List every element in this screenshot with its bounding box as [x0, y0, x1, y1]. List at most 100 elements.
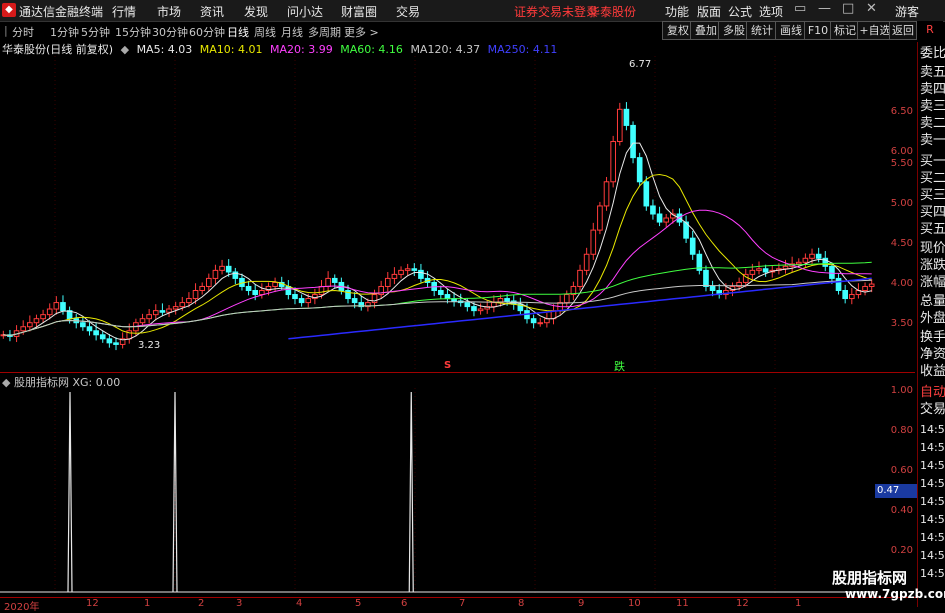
tick-time: 14:56 [920, 531, 945, 544]
high-price-label: 6.77 [629, 59, 652, 70]
candle-body [603, 181, 610, 207]
candle-body [689, 237, 696, 255]
candle-body [159, 310, 166, 313]
period-15min[interactable]: 15分钟 [115, 24, 151, 40]
chevron-down-icon[interactable]: ◆ [121, 43, 129, 56]
menu-options[interactable]: 选项 [759, 3, 783, 20]
auto-trade-button[interactable]: 自动 [920, 385, 945, 400]
quote-label[interactable]: 买五 [920, 222, 945, 237]
menu-formula[interactable]: 公式 [728, 3, 752, 20]
candle-body [225, 265, 232, 273]
menu-discover[interactable]: 发现 [244, 3, 268, 20]
candle-body [139, 318, 146, 324]
quote-label[interactable]: 买一 [920, 154, 945, 169]
quote-label[interactable]: 净资 [920, 347, 945, 362]
quote-label[interactable]: 买二 [920, 171, 945, 186]
period-60min[interactable]: 60分钟 [189, 24, 225, 40]
menu-market-quotes[interactable]: 行情 [112, 3, 136, 20]
stock-name[interactable]: 华泰股份(日线 前复权) [2, 43, 113, 56]
menu-trade[interactable]: 交易 [396, 3, 420, 20]
quote-label[interactable]: 涨幅 [920, 275, 945, 290]
tick-time: 14:56 [920, 477, 945, 490]
candle-body [325, 277, 331, 287]
quote-label[interactable]: 卖二 [920, 116, 945, 131]
quote-label[interactable]: 换手 [920, 330, 945, 345]
minimize-icon[interactable]: — [818, 1, 831, 16]
period-30min[interactable]: 30分钟 [152, 24, 188, 40]
quote-label[interactable]: 总量 [920, 294, 945, 309]
candle-body [563, 294, 570, 304]
quote-label[interactable]: 买四 [920, 205, 945, 220]
candle-body [643, 181, 650, 207]
candle-body [868, 283, 875, 287]
period-monthly[interactable]: 月线 [281, 24, 303, 40]
tick-time: 14:56 [920, 549, 945, 562]
candle-body [179, 302, 186, 308]
quote-label[interactable]: 卖四 [920, 82, 945, 97]
panel-divider[interactable] [0, 372, 915, 373]
menu-news[interactable]: 资讯 [200, 3, 224, 20]
add-watchlist-button[interactable]: +自选 [857, 21, 893, 40]
statistics-button[interactable]: 统计 [746, 21, 778, 40]
menu-function[interactable]: 功能 [665, 3, 689, 20]
quote-label[interactable]: 委比 [920, 46, 945, 61]
candle-body [60, 302, 66, 312]
candle-body [199, 285, 205, 291]
quote-label[interactable]: 卖三 [920, 99, 945, 114]
price-chart[interactable] [0, 56, 875, 372]
trade-label[interactable]: 交易 [920, 402, 945, 417]
broker-name[interactable]: 华泰股份 [588, 3, 636, 20]
candle-body [795, 261, 802, 265]
quote-label[interactable]: 外盘 [920, 311, 945, 326]
candle-body [292, 294, 298, 300]
draw-line-button[interactable]: 画线 [775, 21, 807, 40]
candle-body [331, 277, 338, 283]
candle-body [829, 265, 835, 279]
mark-button[interactable]: 标记 [830, 21, 860, 40]
menu-wealth-circle[interactable]: 财富圈 [341, 3, 377, 20]
period-1min[interactable]: 1分钟 [50, 24, 79, 40]
quote-label[interactable]: 涨跌 [920, 258, 945, 273]
period-weekly[interactable]: 周线 [254, 24, 276, 40]
menu-market[interactable]: 市场 [157, 3, 181, 20]
candle-body [33, 318, 40, 324]
back-button[interactable]: 返回 [889, 21, 917, 40]
candle-body [464, 302, 471, 308]
candle-body [709, 285, 716, 291]
candle-body [437, 290, 444, 296]
ma60-label: MA60: 4.16 [340, 43, 403, 56]
period-intraday[interactable]: 分时 [12, 24, 34, 40]
maximize-icon[interactable]: □ [842, 1, 854, 16]
period-daily[interactable]: 日线 [227, 24, 249, 40]
indicator-chart[interactable] [0, 388, 875, 596]
menu-wenxiaoda[interactable]: 问小达 [287, 3, 323, 20]
candle-body [172, 306, 179, 310]
period-multi[interactable]: 多周期 [308, 24, 341, 40]
candle-body [636, 157, 643, 183]
period-more[interactable]: 更多 > [344, 24, 379, 40]
login-status[interactable]: 证券交易未登录 [514, 3, 598, 20]
quote-label[interactable]: 卖一 [920, 133, 945, 148]
ma10-line [3, 173, 872, 337]
x-tick: 4 [296, 598, 303, 609]
x-tick: 2 [198, 598, 205, 609]
quote-label[interactable]: 卖五 [920, 65, 945, 80]
quote-label[interactable]: 买三 [920, 188, 945, 203]
candle-body [802, 257, 809, 263]
quote-label[interactable]: 现价 [920, 241, 945, 256]
candle-body [623, 108, 630, 126]
f10-button[interactable]: F10 [804, 21, 832, 40]
restore-icon[interactable]: ▭ [794, 1, 806, 16]
quote-label[interactable]: 收益 [920, 364, 945, 379]
candle-body [351, 298, 358, 304]
period-5min[interactable]: 5分钟 [81, 24, 110, 40]
candle-body [756, 268, 762, 271]
candle-body [418, 269, 424, 279]
x-tick: 5 [355, 598, 362, 609]
x-tick: 9 [578, 598, 585, 609]
guest-user[interactable]: 游客 [895, 3, 919, 20]
candle-body [749, 269, 756, 275]
collapse-icon[interactable]: | [4, 24, 8, 37]
close-icon[interactable]: ✕ [866, 1, 877, 16]
menu-layout[interactable]: 版面 [697, 3, 721, 20]
